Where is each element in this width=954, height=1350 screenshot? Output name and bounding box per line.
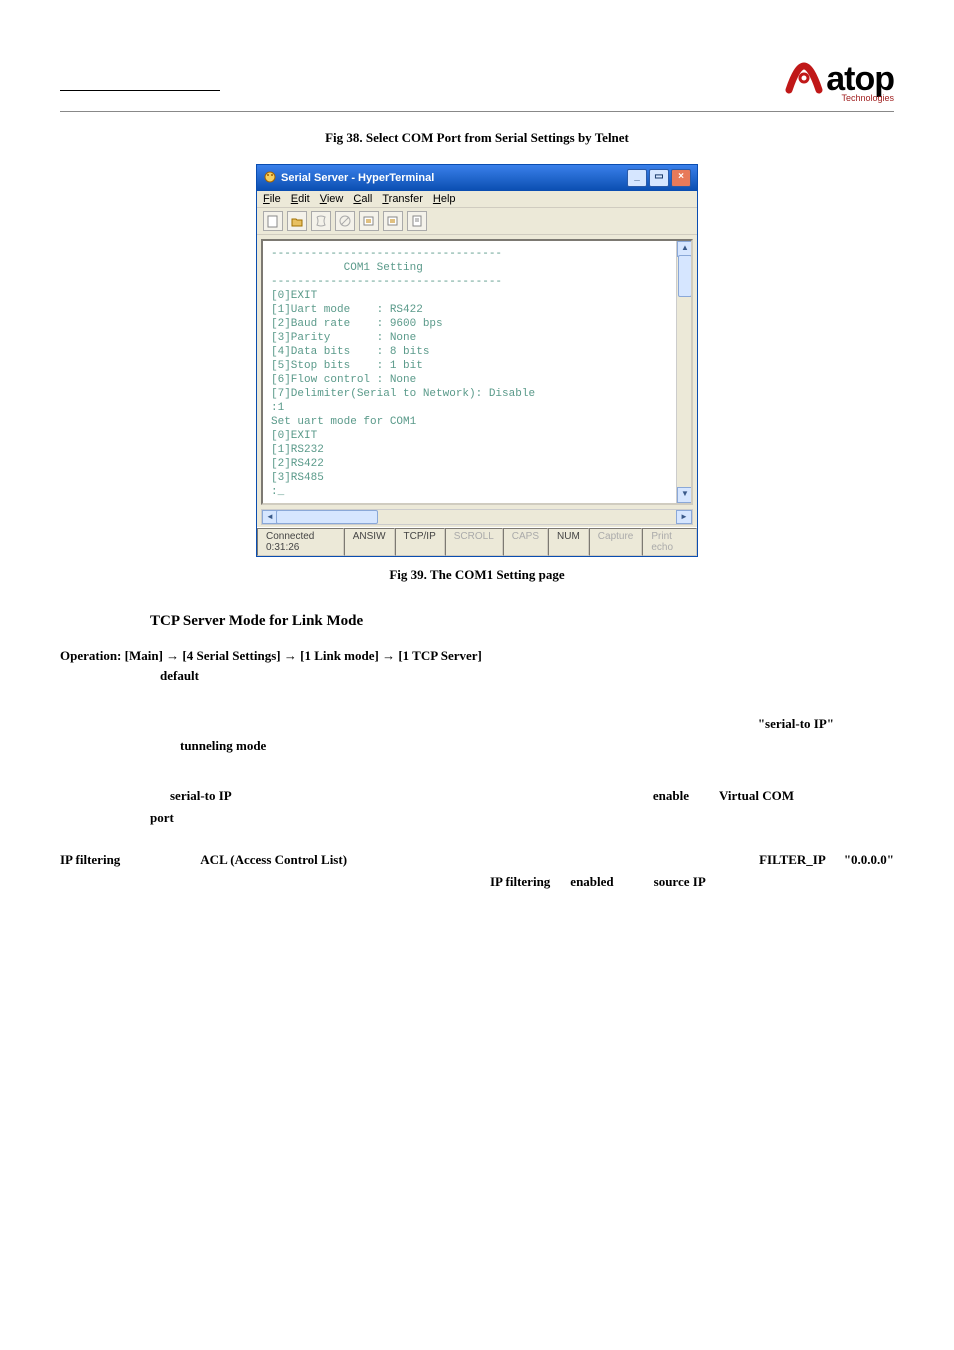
toolbar-call-icon[interactable] — [311, 211, 331, 231]
toolbar-disconnect-icon[interactable] — [335, 211, 355, 231]
ip-filtering-2: IP filtering — [490, 872, 550, 892]
status-num: NUM — [548, 528, 589, 556]
minimize-button[interactable]: _ — [627, 169, 647, 187]
status-caps: CAPS — [503, 528, 548, 556]
serial-to-ip: serial-to IP — [170, 786, 232, 806]
scroll-right-arrow[interactable]: ► — [676, 510, 692, 524]
menu-view[interactable]: View — [320, 193, 344, 205]
toolbar-properties-icon[interactable] — [407, 211, 427, 231]
toolbar-new-icon[interactable] — [263, 211, 283, 231]
status-time: Connected 0:31:26 — [257, 528, 344, 556]
statusbar: Connected 0:31:26 ANSIW TCP/IP SCROLL CA… — [257, 527, 697, 556]
scroll-thumb-v[interactable] — [678, 255, 692, 297]
menubar[interactable]: File Edit View Call Transfer Help — [257, 191, 697, 208]
toolbar-open-icon[interactable] — [287, 211, 307, 231]
hyperterminal-window: Serial Server - HyperTerminal _ ▭ × File… — [256, 164, 698, 557]
zero-ip: "0.0.0.0" — [844, 850, 894, 870]
toolbar-receive-icon[interactable] — [383, 211, 403, 231]
logo: atop Technologies — [785, 60, 894, 103]
toolbar-send-icon[interactable] — [359, 211, 379, 231]
default-word: default — [160, 668, 894, 684]
menu-edit[interactable]: Edit — [291, 193, 310, 205]
virtual-com: Virtual COM — [719, 786, 794, 806]
toolbar — [257, 208, 697, 235]
header-rule — [60, 111, 894, 112]
tunneling-mode: tunneling mode — [180, 736, 266, 756]
app-icon — [263, 170, 277, 187]
enable: enable — [653, 786, 689, 806]
enabled: enabled — [570, 872, 613, 892]
ip-filtering: IP filtering — [60, 850, 120, 870]
status-capture: Capture — [589, 528, 643, 556]
terminal-body[interactable]: ----------------------------------- COM1… — [261, 239, 693, 505]
status-scroll: SCROLL — [445, 528, 503, 556]
logo-icon — [785, 60, 823, 103]
port: port — [150, 808, 174, 828]
acl-label: ACL (Access Control List) — [200, 850, 347, 870]
serial-to-ip-quoted: "serial-to IP" — [758, 714, 834, 734]
menu-call[interactable]: Call — [353, 193, 372, 205]
filter-ip: FILTER_IP — [759, 850, 826, 870]
menu-help[interactable]: Help — [433, 193, 456, 205]
status-emulation: ANSIW — [344, 528, 395, 556]
titlebar[interactable]: Serial Server - HyperTerminal _ ▭ × — [257, 165, 697, 191]
section-title: TCP Server Mode for Link Mode — [150, 613, 894, 630]
operation-line: Operation: [Main] → [4 Serial Settings] … — [60, 648, 894, 664]
menu-file[interactable]: File — [263, 193, 281, 205]
source-ip: source IP — [654, 872, 706, 892]
status-echo: Print echo — [642, 528, 697, 556]
window-title: Serial Server - HyperTerminal — [281, 172, 434, 184]
header-underline — [60, 60, 220, 91]
maximize-button[interactable]: ▭ — [649, 169, 669, 187]
close-button[interactable]: × — [671, 169, 691, 187]
status-protocol: TCP/IP — [395, 528, 445, 556]
scroll-down-arrow[interactable]: ▼ — [677, 487, 693, 503]
scroll-thumb-h[interactable] — [276, 510, 378, 524]
vertical-scrollbar[interactable]: ▲ ▼ — [676, 241, 693, 503]
fig39-caption: Fig 39. The COM1 Setting page — [60, 567, 894, 583]
horizontal-scrollbar[interactable]: ◄ ► — [261, 509, 693, 525]
terminal-text: ----------------------------------- COM1… — [271, 247, 683, 499]
menu-transfer[interactable]: Transfer — [382, 193, 423, 205]
fig38-caption: Fig 38. Select COM Port from Serial Sett… — [60, 130, 894, 146]
